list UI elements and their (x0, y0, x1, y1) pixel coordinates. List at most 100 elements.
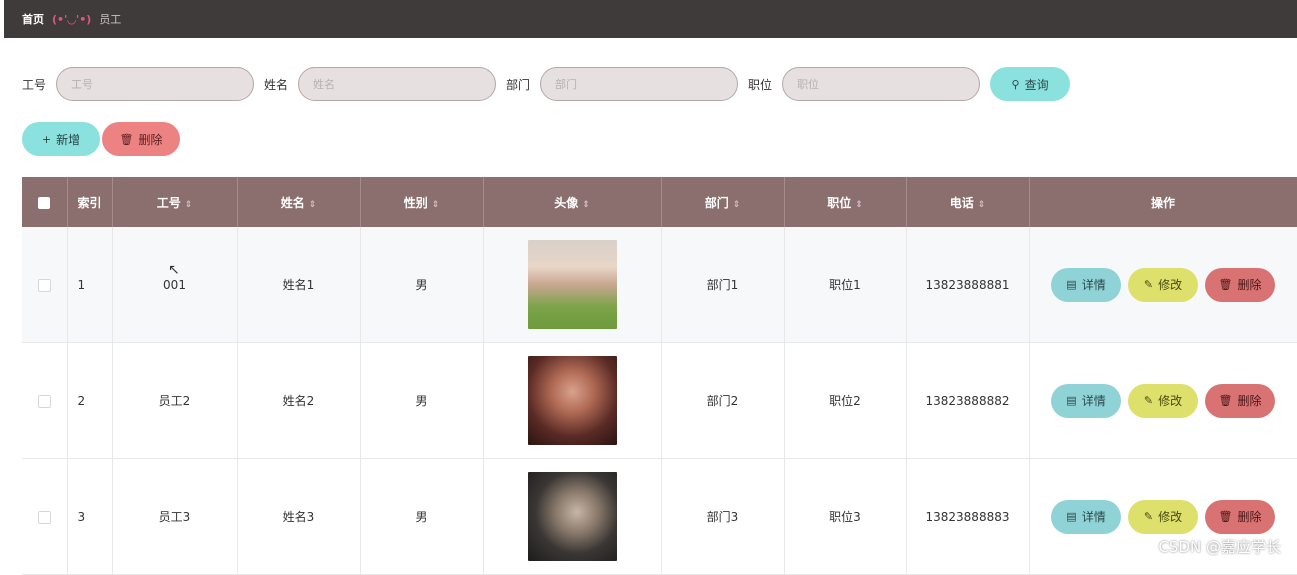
col-dept[interactable]: 部门 ⇕ (661, 177, 785, 227)
search-name-label: 姓名 (264, 77, 289, 92)
cell-position: 职位3 (784, 458, 907, 575)
row-select-cell[interactable] (22, 458, 68, 575)
delete-button[interactable]: 🗑 删除 (1205, 499, 1275, 534)
search-id-label: 工号 (22, 77, 47, 92)
search-dept-input[interactable] (540, 67, 739, 101)
search-icon: ⚲ (1011, 78, 1020, 91)
edit-label: 修改 (1158, 278, 1183, 292)
table-row: 3 员工3 姓名3 男 部门3 职位3 13823888883 ▤ 详情 ✎ 修改 … (22, 458, 1297, 575)
row-select-cell[interactable] (22, 342, 68, 459)
cell-id: 001 (112, 227, 238, 343)
cell-index: 1 (67, 227, 113, 343)
detail-label: 详情 (1081, 278, 1106, 292)
cell-position: 职位1 (784, 227, 907, 343)
trash-icon: 🗑 (119, 132, 134, 146)
col-gender-label: 性别 (403, 195, 428, 210)
sort-icon[interactable]: ⇕ (733, 200, 741, 210)
search-position-input[interactable] (782, 67, 981, 101)
cell-index: 2 (67, 342, 113, 459)
delete-label: 删除 (1237, 394, 1262, 408)
trash-icon: 🗑 (1218, 278, 1233, 291)
cell-dept: 部门2 (661, 342, 785, 459)
cell-actions: ▤ 详情 ✎ 修改 🗑 删除 (1029, 458, 1297, 575)
breadcrumb-current: 员工 (99, 13, 122, 26)
employee-table: 索引 工号 ⇕ 姓名 ⇕ 性别 ⇕ 头像 ⇕ 部门 ⇕ 职位 ⇕ 电话 ⇕ 操作 1 001 … (22, 177, 1297, 575)
cell-phone: 13823888882 (906, 342, 1030, 459)
search-bar: 工号 姓名 部门 职位 ⚲ 查询 (22, 66, 1071, 102)
batch-delete-label: 删除 (138, 132, 163, 147)
query-button[interactable]: ⚲ 查询 (990, 67, 1071, 101)
cell-gender: 男 (360, 342, 484, 459)
row-select-cell[interactable] (22, 227, 68, 343)
cell-phone: 13823888883 (906, 458, 1030, 575)
sort-icon[interactable]: ⇕ (855, 200, 863, 210)
watermark: CSDN @嘉应学长 (1158, 538, 1281, 556)
cell-avatar (483, 458, 662, 575)
row-checkbox[interactable] (37, 510, 51, 524)
search-position-label: 职位 (748, 77, 773, 92)
col-dept-label: 部门 (704, 195, 729, 210)
detail-button[interactable]: ▤ 详情 (1051, 383, 1121, 418)
cell-avatar (483, 342, 662, 459)
action-bar: + 新增 🗑 删除 (22, 122, 180, 156)
avatar (527, 240, 617, 329)
pencil-icon: ✎ (1143, 394, 1154, 407)
edit-button[interactable]: ✎ 修改 (1128, 383, 1198, 418)
add-button[interactable]: + 新增 (22, 122, 100, 156)
table-header-row: 索引 工号 ⇕ 姓名 ⇕ 性别 ⇕ 头像 ⇕ 部门 ⇕ 职位 ⇕ 电话 ⇕ 操作 (22, 177, 1297, 227)
col-position-label: 职位 (827, 195, 852, 210)
delete-label: 删除 (1237, 510, 1262, 524)
avatar (527, 356, 617, 445)
delete-button[interactable]: 🗑 删除 (1205, 383, 1275, 418)
cell-dept: 部门1 (661, 227, 785, 343)
cell-actions: ▤ 详情 ✎ 修改 🗑 删除 (1029, 342, 1297, 459)
col-avatar[interactable]: 头像 ⇕ (483, 177, 662, 227)
delete-button[interactable]: 🗑 删除 (1205, 267, 1275, 302)
edit-label: 修改 (1158, 394, 1183, 408)
mouse-cursor-icon: ↖ (168, 262, 180, 278)
col-id[interactable]: 工号 ⇕ (112, 177, 238, 227)
cell-phone: 13823888881 (906, 227, 1030, 343)
cell-gender: 男 (360, 458, 484, 575)
col-position[interactable]: 职位 ⇕ (784, 177, 907, 227)
row-checkbox[interactable] (37, 278, 51, 292)
search-name-input[interactable] (298, 67, 497, 101)
cell-name: 姓名2 (237, 342, 361, 459)
breadcrumb-home[interactable]: 首页 (22, 11, 44, 27)
detail-button[interactable]: ▤ 详情 (1051, 267, 1121, 302)
col-name[interactable]: 姓名 ⇕ (237, 177, 361, 227)
detail-button[interactable]: ▤ 详情 (1051, 499, 1121, 534)
sort-icon[interactable]: ⇕ (309, 200, 317, 210)
cell-id: 员工3 (112, 458, 238, 575)
cell-gender: 男 (360, 227, 484, 343)
select-all-checkbox[interactable] (38, 196, 51, 209)
col-gender[interactable]: 性别 ⇕ (360, 177, 484, 227)
edit-button[interactable]: ✎ 修改 (1128, 267, 1198, 302)
cell-name: 姓名3 (237, 458, 361, 575)
table-row: 2 员工2 姓名2 男 部门2 职位2 13823888882 ▤ 详情 ✎ 修改 … (22, 342, 1297, 459)
search-dept-label: 部门 (506, 77, 531, 92)
trash-icon: 🗑 (1218, 510, 1233, 523)
col-actions: 操作 (1029, 177, 1297, 227)
col-phone[interactable]: 电话 ⇕ (906, 177, 1030, 227)
detail-label: 详情 (1081, 394, 1106, 408)
sort-icon[interactable]: ⇕ (432, 200, 440, 210)
sort-icon[interactable]: ⇕ (582, 200, 590, 210)
cell-index: 3 (67, 458, 113, 575)
search-id-input[interactable] (56, 67, 255, 101)
sort-icon[interactable]: ⇕ (978, 200, 986, 210)
edit-button[interactable]: ✎ 修改 (1128, 499, 1198, 534)
pencil-icon: ✎ (1143, 278, 1154, 291)
batch-delete-button[interactable]: 🗑 删除 (102, 122, 180, 156)
edit-label: 修改 (1158, 510, 1183, 524)
plus-icon: + (41, 132, 52, 146)
col-phone-label: 电话 (949, 195, 974, 210)
select-all-cell[interactable] (22, 177, 68, 227)
col-avatar-label: 头像 (554, 195, 579, 210)
row-checkbox[interactable] (37, 394, 51, 408)
sort-icon[interactable]: ⇕ (185, 200, 193, 210)
cell-actions: ▤ 详情 ✎ 修改 🗑 删除 (1029, 227, 1297, 343)
col-name-label: 姓名 (280, 195, 305, 210)
add-button-label: 新增 (56, 132, 81, 147)
cell-dept: 部门3 (661, 458, 785, 575)
